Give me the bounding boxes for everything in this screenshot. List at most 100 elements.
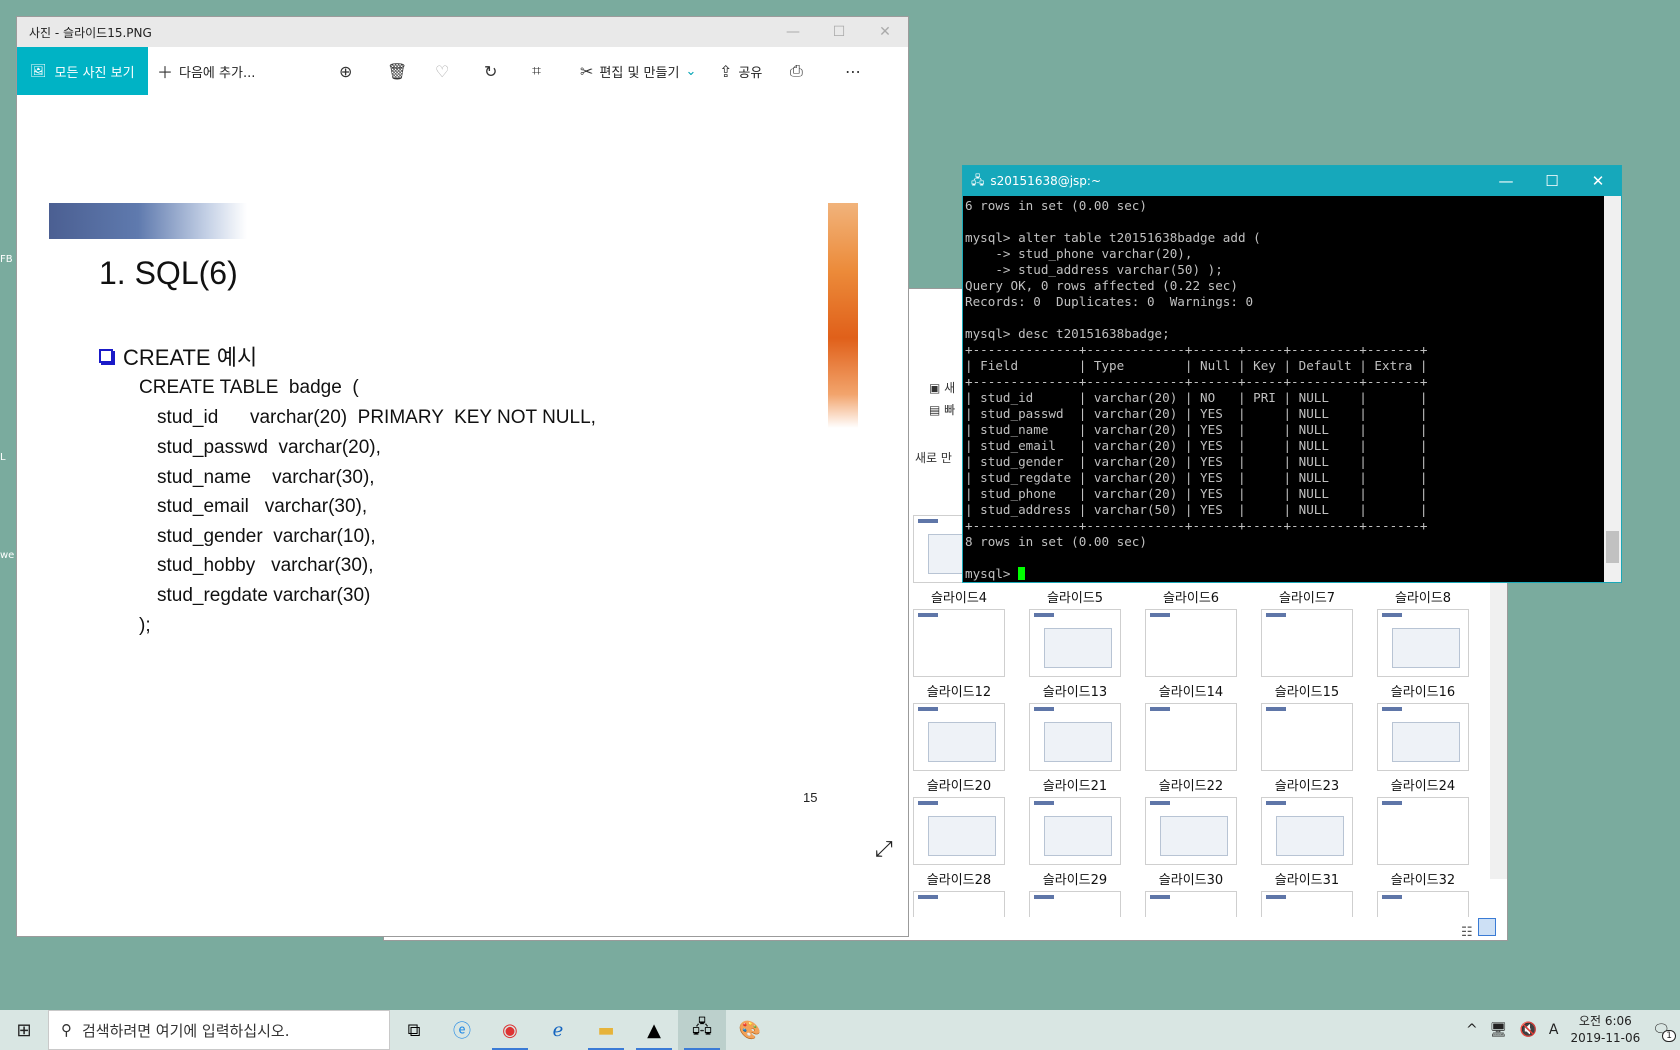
favorite-button[interactable]: ♡ [435,47,449,95]
maximize-icon[interactable]: ☐ [1529,172,1575,190]
chevron-up-icon[interactable]: ^ [1466,1022,1478,1038]
task-view-button[interactable]: ⧉ [390,1010,438,1050]
explorer-scrollbar[interactable] [1490,539,1507,879]
taskbar-putty[interactable]: 🖧 [678,1010,726,1050]
add-to-label: 다음에 추가... [179,65,256,81]
terminal-lines: 6 rows in set (0.00 sec) mysql> alter ta… [965,198,1603,566]
putty-terminal-window[interactable]: 🖧 s20151638@jsp:~ — ☐ ✕ 6 rows in set (0… [962,165,1622,583]
taskbar-edge[interactable]: ℯ [534,1010,582,1050]
terminal-scrollbar[interactable] [1604,196,1621,582]
photos-app-window: 사진 - 슬라이드15.PNG — ☐ ✕ 🖼 모든 사진 보기 ＋ 다음에 추… [17,17,908,936]
easy-access-icon: ▤ [929,403,945,417]
thumbnail-item[interactable]: 슬라이드23 [1261,703,1353,794]
crop-icon: ⌗ [532,61,542,80]
terminal-line: mysql> desc t20151638badge; [965,326,1170,341]
taskbar-paint[interactable]: 🎨 [726,1010,774,1050]
taskbar: ⊞ ⚲ 검색하려면 여기에 입력하십시오. ⧉ ⓔ ◉ ℯ ▬ ▲ 🖧 🎨 ^ … [0,1010,1680,1050]
thumbnail-item[interactable]: 슬라이드12 [913,609,1005,700]
internet-explorer-icon: ⓔ [453,1021,471,1042]
edit-icon: ✂ [580,61,594,81]
thumbnail-item[interactable]: 슬라이드15 [1261,609,1353,700]
taskbar-file-explorer[interactable]: ▬ [582,1010,630,1050]
scrollbar-thumb[interactable] [1606,531,1619,563]
network-icon[interactable]: 🖥 [1490,1022,1508,1038]
thumbnail-item[interactable]: 슬라이드28 [913,797,1005,888]
delete-button[interactable]: 🗑 [387,47,407,95]
thumbnail-item[interactable]: 슬라이드32 [1377,797,1469,888]
volume-muted-icon[interactable]: 🔇 [1519,1022,1536,1038]
terminal-line: | Field | Type | Null | Key | Default | … [965,358,1428,373]
clock[interactable]: 오전 6:06 2019-11-06 [1570,1013,1640,1047]
crop-button[interactable]: ⌗ [532,47,541,95]
ime-indicator[interactable]: A [1549,1022,1559,1038]
share-icon: ⇪ [719,61,733,81]
start-button[interactable]: ⊞ [0,1010,48,1050]
notification-icon[interactable]: 🗨 1 [1652,1022,1676,1042]
thumbnail-item[interactable]: 슬라이드14 [1145,609,1237,700]
taskbar-ie[interactable]: ⓔ [438,1010,486,1050]
code-line: ); [139,615,151,636]
ribbon-easy-access[interactable]: ▤ 빠 [929,401,955,418]
thumbnail-item[interactable] [913,891,1005,917]
window-title: 사진 - 슬라이드15.PNG [29,25,152,40]
thumbnail-item[interactable]: 슬라이드22 [1145,703,1237,794]
thumbnail-row-partial [913,891,1513,917]
thumbnail-item[interactable] [1261,891,1353,917]
taskbar-search[interactable]: ⚲ 검색하려면 여기에 입력하십시오. [48,1010,390,1050]
more-button[interactable]: ⋯ [845,47,861,95]
terminal-line: -> stud_address varchar(50) ); [965,262,1223,277]
plus-icon: ＋ [157,63,174,82]
photos-title-bar[interactable]: 사진 - 슬라이드15.PNG — ☐ ✕ [17,17,908,47]
slide-bullet: CREATE 예시 [99,340,257,372]
putty-title-bar[interactable]: 🖧 s20151638@jsp:~ — ☐ ✕ [963,166,1621,196]
terminal-line: 8 rows in set (0.00 sec) [965,534,1147,549]
thumbnail-item[interactable]: 슬라이드30 [1145,797,1237,888]
desktop-icon-fragment[interactable]: FB [0,254,17,265]
ribbon-new-group-label: 새로 만 [915,451,952,465]
terminal-line: +--------------+-------------+------+---… [965,342,1428,357]
rotate-button[interactable]: ↻ [484,47,497,95]
zoom-button[interactable]: ⊕ [339,47,352,95]
clock-time: 오전 6:06 [1578,1014,1632,1028]
desktop-icon-fragment[interactable]: L [0,452,17,463]
minimize-icon[interactable]: — [1483,172,1529,190]
thumbnail-item[interactable] [1145,891,1237,917]
edge-icon: ℯ [552,1019,564,1041]
print-button[interactable]: ⎙ [790,47,803,95]
details-view-icon[interactable]: ☷ [1461,925,1473,940]
desktop-icon-fragment[interactable]: we [0,550,17,561]
all-photos-button[interactable]: 🖼 모든 사진 보기 [17,47,148,95]
search-placeholder: 검색하려면 여기에 입력하십시오. [82,1021,290,1040]
ribbon-new-item[interactable]: ▣ 새 [929,379,955,396]
close-icon[interactable]: ✕ [862,24,908,40]
thumbnail-item[interactable]: 슬라이드31 [1261,797,1353,888]
edit-create-button[interactable]: ✂ 편집 및 만들기 ⌄ [580,47,696,95]
thumbnail-item[interactable]: 슬라이드20 [913,703,1005,794]
thumbnail-item[interactable] [1377,891,1469,917]
taskbar-chrome[interactable]: ◉ [486,1010,534,1050]
zoom-in-icon: ⊕ [339,61,353,81]
putty-window-title: s20151638@jsp:~ [990,174,1102,188]
add-to-button[interactable]: ＋ 다음에 추가... [157,47,255,95]
rotate-icon: ↻ [484,61,498,81]
minimize-icon[interactable]: — [770,24,816,40]
thumbnail-item[interactable] [1029,891,1121,917]
maximize-icon[interactable]: ☐ [816,24,862,40]
thumbnail-item[interactable]: 슬라이드16 [1377,609,1469,700]
thumbnail-item[interactable]: 슬라이드24 [1377,703,1469,794]
view-mode-toggle[interactable]: ☷ [1461,918,1505,940]
code-line: stud_email varchar(30), [157,496,368,517]
thumbnail-item[interactable]: 슬라이드13 [1029,609,1121,700]
large-icons-view-icon[interactable] [1477,918,1496,936]
taskbar-photos[interactable]: ▲ [630,1010,678,1050]
close-icon[interactable]: ✕ [1575,172,1621,190]
fullscreen-expand-icon[interactable]: ⤢ [875,837,893,862]
thumbnail-item[interactable]: 슬라이드29 [1029,797,1121,888]
terminal-output[interactable]: 6 rows in set (0.00 sec) mysql> alter ta… [965,198,1603,582]
code-line: stud_name varchar(30), [157,467,375,488]
printer-icon: ⎙ [790,61,803,80]
share-button[interactable]: ⇪ 공유 [719,47,762,95]
code-line: stud_id varchar(20) PRIMARY KEY NOT NULL… [157,407,596,428]
thumbnail-item[interactable]: 슬라이드21 [1029,703,1121,794]
